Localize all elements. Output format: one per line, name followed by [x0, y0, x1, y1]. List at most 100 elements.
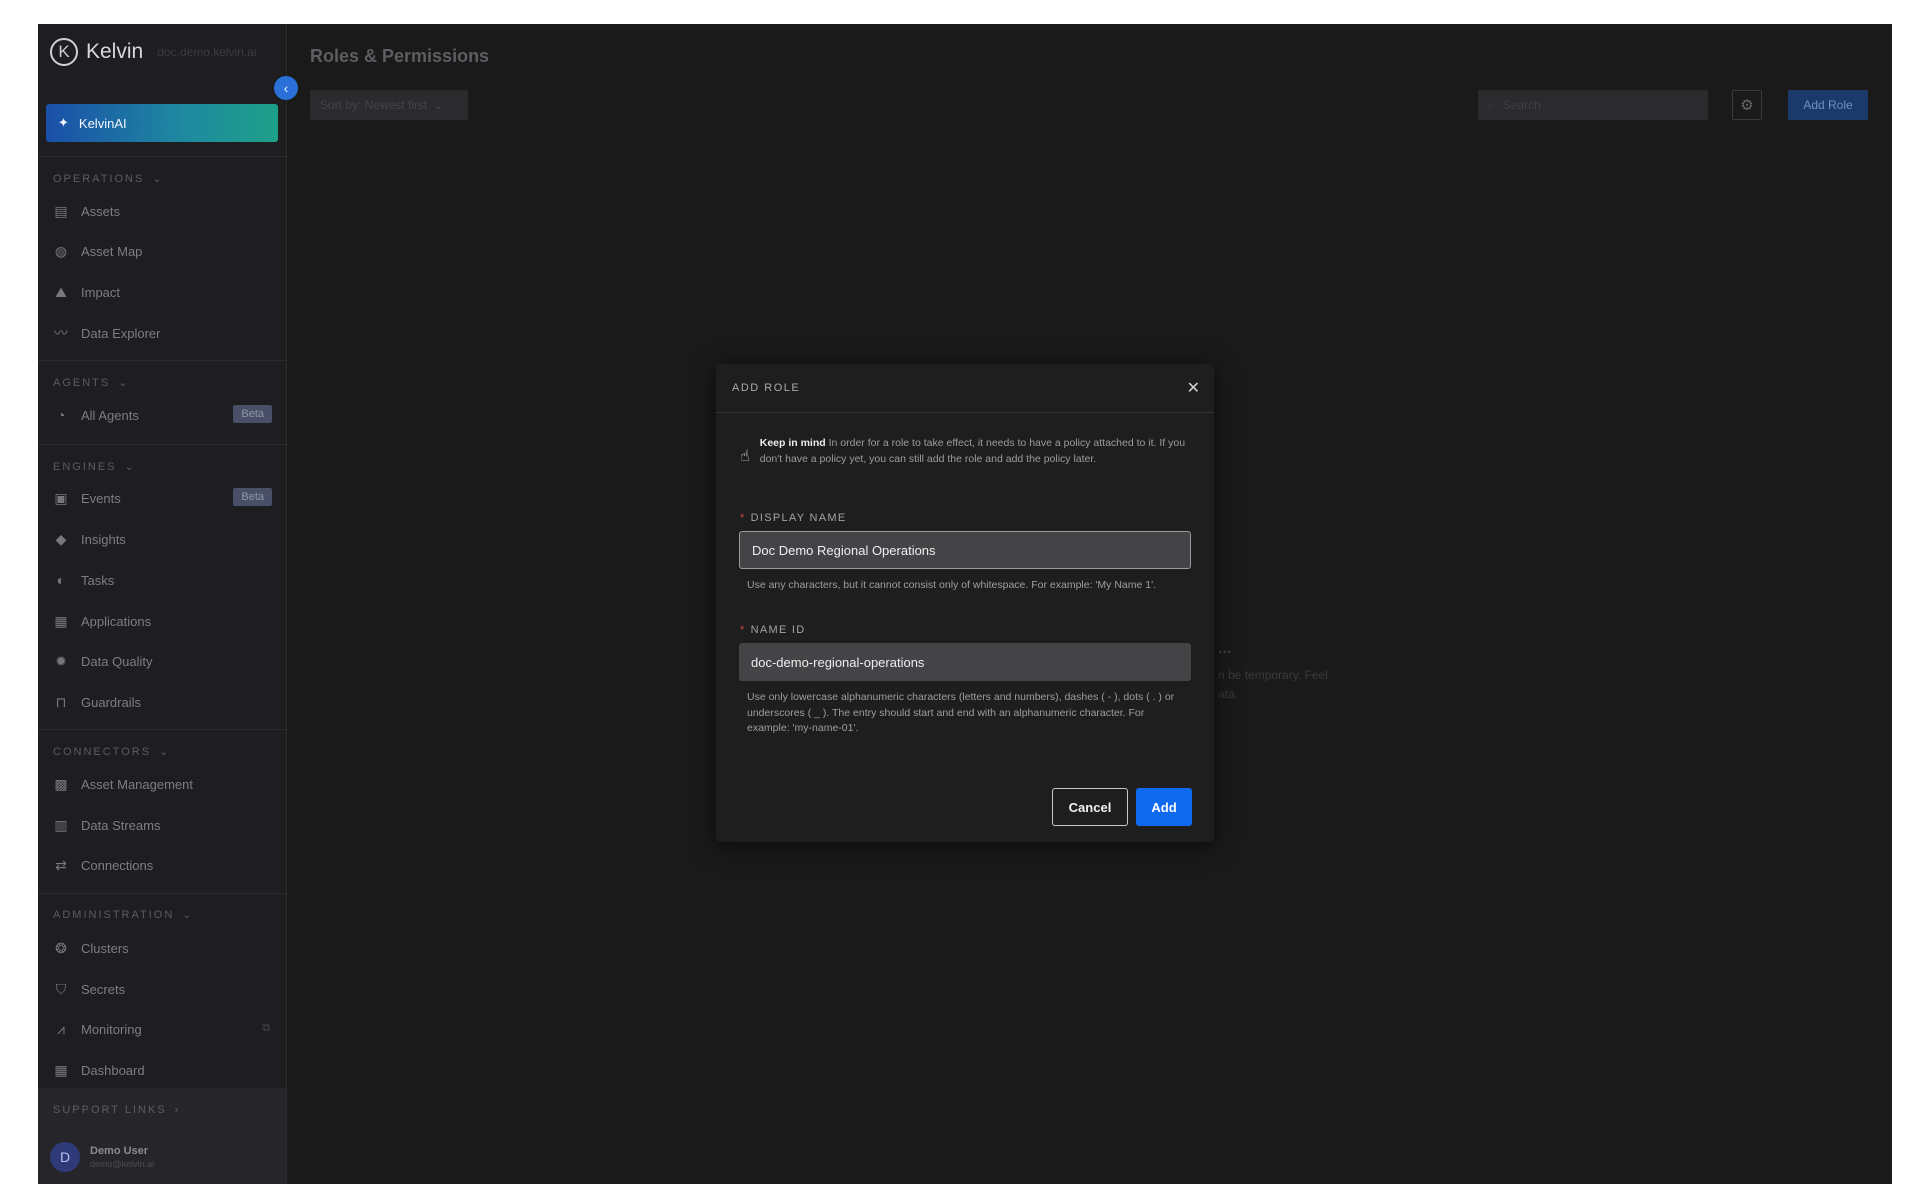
info-strong: Keep in mind: [759, 437, 826, 449]
sidebar-item-label: Data Explorer: [81, 325, 161, 341]
sidebar-item-tasks[interactable]: ◐ Tasks: [53, 565, 278, 595]
gear-icon: ⚙: [1740, 97, 1754, 114]
chevron-down-icon: ⌄: [118, 377, 130, 389]
gear-badge-icon: ✹: [55, 652, 67, 669]
sidebar-item-events[interactable]: ▣ Events Beta: [53, 483, 278, 513]
beta-badge: Beta: [233, 405, 272, 423]
sidebar-item-insights[interactable]: ◆ Insights: [53, 524, 278, 554]
name-id-field[interactable]: doc-demo-regional-operations: [739, 643, 1191, 681]
chevron-left-icon: ‹: [283, 80, 289, 96]
sidebar-item-asset-map[interactable]: ◍ Asset Map: [53, 236, 278, 266]
sidebar-item-label: Events: [81, 490, 121, 506]
section-agents-toggle[interactable]: AGENTS ⌄: [53, 376, 130, 390]
environment-name: doc.demo.kelvin.ai: [157, 45, 257, 59]
sidebar-item-data-streams[interactable]: ▥ Data Streams: [53, 810, 278, 840]
user-menu[interactable]: D Demo User demo@kelvin.ai: [50, 1142, 154, 1172]
name-id-value: doc-demo-regional-operations: [751, 654, 925, 670]
section-operations-title: OPERATIONS: [53, 172, 145, 185]
shield-icon: ⛉: [55, 980, 67, 997]
bar-chart-icon: ▥: [54, 816, 68, 833]
grid-icon: ▦: [54, 612, 68, 629]
empty-state-title: ...: [1218, 640, 1232, 657]
section-support-title: SUPPORT LINKS: [53, 1104, 167, 1116]
sort-dropdown[interactable]: Sort by: Newest first ⌄: [310, 90, 468, 120]
sidebar-item-label: Connections: [81, 857, 154, 873]
section-administration: [38, 893, 286, 894]
section-agents-title: AGENTS: [53, 376, 111, 389]
sidebar-item-clusters[interactable]: ❂ Clusters: [53, 933, 278, 963]
sidebar-item-label: Asset Management: [81, 776, 194, 792]
sidebar-item-label: Applications: [81, 613, 152, 629]
section-administration-title: ADMINISTRATION: [53, 908, 175, 921]
sidebar-item-dashboard[interactable]: ▦ Dashboard: [53, 1055, 278, 1085]
display-name-value: Doc Demo Regional Operations: [752, 542, 936, 558]
close-icon[interactable]: ✕: [1187, 378, 1200, 398]
sidebar-item-label: All Agents: [81, 407, 139, 423]
section-engines-title: ENGINES: [53, 460, 117, 473]
section-operations-toggle[interactable]: OPERATIONS ⌄: [53, 172, 164, 186]
section-connectors-title: CONNECTORS: [53, 745, 152, 758]
add-role-button[interactable]: Add Role: [1788, 90, 1868, 120]
section-engines-toggle[interactable]: ENGINES ⌄: [53, 460, 136, 474]
section-administration-toggle[interactable]: ADMINISTRATION ⌄: [53, 908, 194, 922]
chevron-down-icon: ⌄: [433, 98, 444, 112]
search-input[interactable]: ⌕ Search: [1478, 90, 1708, 120]
user-email: demo@kelvin.ai: [90, 1159, 155, 1169]
sidebar-item-label: Data Quality: [81, 653, 153, 669]
barrier-icon: ⊓: [55, 693, 67, 710]
assets-icon: ▤: [54, 202, 68, 219]
sidebar-item-label: Dashboard: [81, 1062, 145, 1078]
agent-icon: ◔: [56, 407, 66, 423]
sidebar-item-guardrails[interactable]: ⊓ Guardrails: [53, 687, 278, 717]
avatar: D: [50, 1142, 80, 1172]
logo[interactable]: K Kelvin doc.demo.kelvin.ai: [50, 38, 257, 66]
name-id-label-text: NAME ID: [750, 624, 806, 636]
section-connectors-toggle[interactable]: CONNECTORS ⌄: [53, 745, 170, 759]
globe-icon: ◍: [54, 242, 68, 259]
add-button[interactable]: Add: [1136, 788, 1192, 826]
name-id-label: * NAME ID: [740, 624, 806, 636]
beta-badge: Beta: [233, 488, 272, 506]
page-title: Roles & Permissions: [310, 46, 490, 66]
sidebar-item-label: Secrets: [81, 981, 126, 997]
chevron-down-icon: ⌄: [124, 461, 136, 473]
asset-management-icon: ▩: [54, 775, 68, 792]
sidebar-item-all-agents[interactable]: ◔ All Agents Beta: [53, 400, 278, 430]
sort-label: Sort by: Newest first: [320, 98, 428, 112]
sidebar-item-label: Asset Map: [81, 243, 143, 259]
cancel-button[interactable]: Cancel: [1052, 788, 1128, 826]
display-name-field[interactable]: Doc Demo Regional Operations: [739, 531, 1191, 569]
sidebar-item-label: Tasks: [81, 572, 115, 588]
sidebar-item-data-quality[interactable]: ✹ Data Quality: [53, 646, 278, 676]
tag-icon: ◆: [55, 530, 67, 547]
section-support-toggle[interactable]: SUPPORT LINKS ›: [53, 1104, 180, 1116]
kelvin-ai-label: KelvinAI: [78, 115, 127, 131]
search-icon: ⌕: [1488, 97, 1495, 112]
sidebar-item-monitoring[interactable]: ⩘ Monitoring ⧉: [53, 1014, 278, 1044]
empty-state-text: n be temporary. Feel ata.: [1218, 666, 1328, 704]
kelvin-logo-icon: K: [50, 38, 78, 66]
user-name: Demo User: [90, 1145, 149, 1157]
pulse-icon: 〰: [54, 325, 68, 341]
sidebar-item-impact[interactable]: ⛰ Impact: [53, 277, 278, 307]
sidebar-item-connections[interactable]: ⇄ Connections: [53, 850, 278, 880]
info-text: Keep in mind In order for a role to take…: [760, 436, 1188, 467]
sidebar-item-assets[interactable]: ▤ Assets: [53, 196, 278, 226]
sidebar-item-label: Assets: [81, 203, 121, 219]
sidebar-item-applications[interactable]: ▦ Applications: [53, 606, 278, 636]
sidebar-item-secrets[interactable]: ⛉ Secrets: [53, 974, 278, 1004]
sidebar-item-data-explorer[interactable]: 〰 Data Explorer: [53, 318, 278, 348]
sidebar-item-label: Impact: [81, 284, 121, 300]
sidebar-item-asset-management[interactable]: ▩ Asset Management: [53, 769, 278, 799]
impact-icon: ⛰: [55, 283, 67, 300]
kelvin-ai-button[interactable]: ✦ KelvinAI: [46, 104, 278, 142]
chevron-down-icon: ⌄: [182, 909, 194, 921]
settings-button[interactable]: ⚙: [1732, 90, 1762, 120]
sidebar-item-label: Data Streams: [81, 817, 161, 833]
dialog-title: ADD ROLE: [732, 382, 801, 394]
required-marker: *: [740, 624, 746, 636]
search-placeholder: Search: [1502, 98, 1541, 112]
tasks-icon: ◐: [56, 572, 66, 588]
collapse-sidebar-button[interactable]: ‹: [274, 76, 298, 100]
sidebar-item-label: Monitoring: [81, 1021, 142, 1037]
